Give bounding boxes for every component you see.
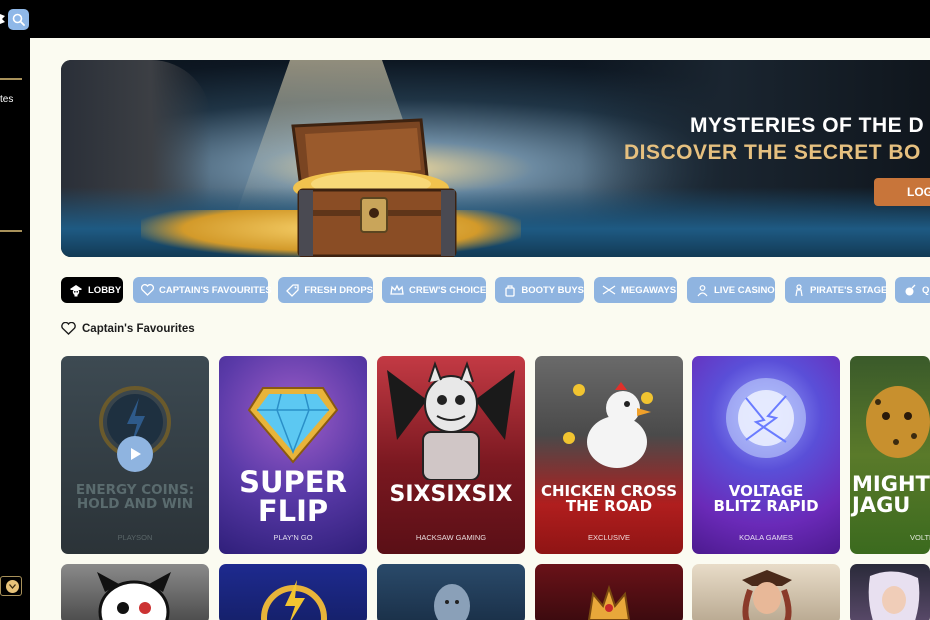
- tab-fresh-drops[interactable]: FRESH DROPS: [278, 277, 373, 303]
- tab-more[interactable]: Q: [895, 277, 930, 303]
- game-title: ENERGY COINS: HOLD AND WIN: [75, 482, 195, 512]
- tag-icon: [286, 283, 299, 297]
- warrior-icon: [434, 584, 470, 620]
- crown-icon: [390, 283, 404, 297]
- top-bar: [0, 0, 930, 38]
- tab-label: CREW'S CHOICE: [409, 284, 487, 296]
- tab-label: Q: [922, 284, 930, 296]
- tab-megaways[interactable]: MEGAWAYS: [594, 277, 677, 303]
- sidebar-divider: [0, 78, 22, 80]
- diamond-icon: [247, 387, 339, 464]
- game-card[interactable]: [692, 564, 840, 620]
- sidebar: tes: [0, 38, 30, 620]
- chicken-icon: [563, 382, 653, 468]
- game-provider: PLAYSON: [117, 533, 153, 542]
- game-card-sixsixsix[interactable]: SIXSIXSIX HACKSAW GAMING: [377, 356, 525, 554]
- game-card[interactable]: [535, 564, 683, 620]
- search-icon: [12, 13, 25, 26]
- game-title: SIXSIXSIX: [389, 482, 513, 507]
- tab-live-casino[interactable]: LIVE CASINO: [687, 277, 775, 303]
- game-title: VOLTAGE BLITZ RAPID: [713, 482, 819, 515]
- devil-mascot-icon: [387, 361, 515, 480]
- tab-label: LIVE CASINO: [714, 284, 775, 296]
- game-title: SUPER FLIP: [239, 465, 347, 528]
- heart-icon: [61, 322, 76, 335]
- chevron-down-icon: [6, 579, 19, 593]
- game-title: MIGHTYJAGU: [852, 472, 930, 517]
- game-card-mighty-jaguar[interactable]: MIGHTYJAGU VOLTE: [850, 356, 930, 554]
- game-card-voltage-blitz[interactable]: VOLTAGE BLITZ RAPID KOALA GAMES: [692, 356, 840, 554]
- app-window: tes MYSTERIES OF THE D DISCOVER THE SECR…: [0, 0, 930, 620]
- tab-crews-choice[interactable]: CREW'S CHOICE: [382, 277, 486, 303]
- tab-label: CAPTAIN'S FAVOURITES: [159, 284, 272, 296]
- game-card[interactable]: [61, 564, 209, 620]
- hero-title: MYSTERIES OF THE D: [690, 114, 925, 137]
- game-provider: VOLTE: [910, 533, 930, 542]
- tab-label: MEGAWAYS: [621, 284, 677, 296]
- heart-icon: [141, 283, 154, 297]
- game-card-chicken-cross[interactable]: CHICKEN CROSS THE ROAD EXCLUSIVE: [535, 356, 683, 554]
- tab-label: FRESH DROPS: [304, 284, 373, 296]
- live-dealer-icon: [695, 283, 709, 297]
- pirate-skull-icon: [69, 283, 83, 297]
- game-card-energy-coins[interactable]: ENERGY COINS: HOLD AND WIN PLAYSON: [61, 356, 209, 554]
- search-button[interactable]: [8, 9, 29, 30]
- treasure-chest-icon: [291, 118, 457, 257]
- tab-label: PIRATE'S STAGE: [810, 284, 888, 296]
- bag-icon: [503, 283, 516, 297]
- bolt-icon: [261, 580, 327, 620]
- game-title: CHICKEN CROSS THE ROAD: [540, 482, 678, 515]
- sidebar-item-label[interactable]: tes: [0, 94, 13, 105]
- main-content: MYSTERIES OF THE D DISCOVER THE SECRET B…: [30, 38, 930, 620]
- tab-lobby[interactable]: LOBBY: [61, 277, 123, 303]
- bomb-icon: [903, 283, 917, 297]
- tab-label: BOOTY BUYS: [521, 284, 584, 296]
- sidebar-divider: [0, 230, 22, 232]
- section-header: Captain's Favourites: [61, 322, 195, 335]
- tab-pirates-stage[interactable]: PIRATE'S STAGE: [785, 277, 888, 303]
- game-card-super-flip[interactable]: SUPER FLIP PLAY'N GO: [219, 356, 367, 554]
- game-card[interactable]: [850, 564, 930, 620]
- section-title: Captain's Favourites: [82, 322, 195, 335]
- hero-banner[interactable]: MYSTERIES OF THE D DISCOVER THE SECRET B…: [61, 60, 930, 257]
- game-card[interactable]: [377, 564, 525, 620]
- cat-mascot-icon: [97, 572, 171, 620]
- energy-orb-icon: [726, 378, 806, 458]
- tab-label: LOBBY: [88, 284, 122, 296]
- crown-icon: [587, 584, 631, 620]
- sidebar-collapse-button[interactable]: [0, 576, 22, 596]
- play-button[interactable]: [117, 436, 153, 472]
- pirate-woman-icon: [742, 570, 792, 620]
- fantasy-woman-icon: [868, 571, 920, 620]
- tab-booty-buys[interactable]: BOOTY BUYS: [495, 277, 584, 303]
- login-button[interactable]: LOG: [874, 178, 930, 206]
- game-provider: EXCLUSIVE: [587, 533, 631, 542]
- hero-subtitle: DISCOVER THE SECRET BO: [624, 141, 921, 164]
- tab-captains-favourites[interactable]: CAPTAIN'S FAVOURITES: [133, 277, 272, 303]
- stage-icon: [793, 283, 805, 297]
- game-provider: HACKSAW GAMING: [415, 533, 487, 542]
- game-card[interactable]: [219, 564, 367, 620]
- game-provider: PLAY'N GO: [273, 533, 313, 542]
- play-icon: [130, 448, 141, 460]
- logo-icon[interactable]: [0, 12, 6, 26]
- ways-icon: [602, 283, 616, 297]
- jaguar-icon: [866, 386, 930, 458]
- game-provider: KOALA GAMES: [739, 533, 793, 542]
